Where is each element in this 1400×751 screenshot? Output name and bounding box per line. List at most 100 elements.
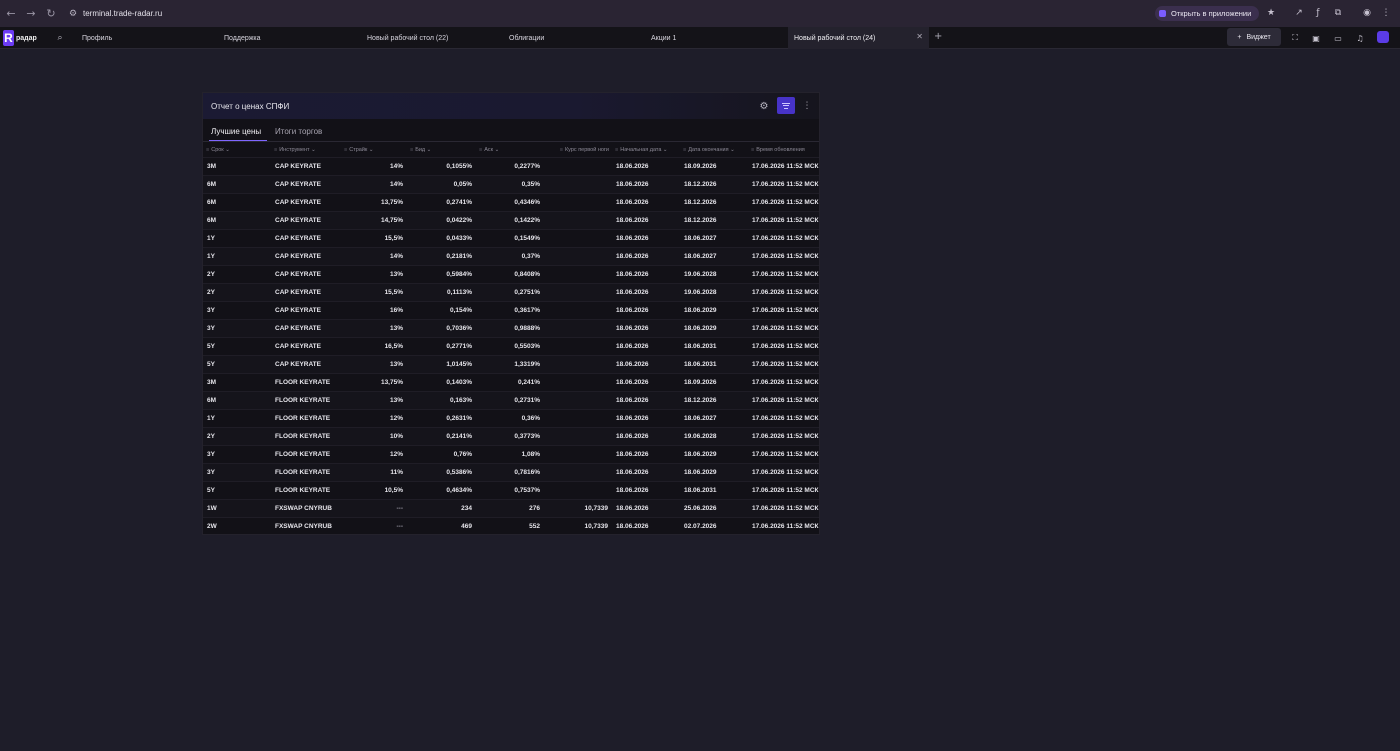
column-header-first-leg-rate[interactable]: ≡ Курс первой ноги (544, 143, 612, 157)
tab-stocks-1[interactable]: Акции 1 (645, 27, 785, 49)
column-header-strike[interactable]: ≡ Страйк ⌄ (341, 143, 407, 157)
app-header: R радар ⌕ Профиль Поддержка Новый рабочи… (0, 27, 1400, 49)
cell-term: 3M (203, 372, 271, 391)
reload-icon[interactable]: ↻ (43, 6, 59, 22)
chat-icon[interactable]: ▭ (1332, 32, 1344, 44)
table-row[interactable]: 3M CAP KEYRATE 14% 0,1055% 0,2277% 18.06.2026… (203, 156, 819, 175)
cell-bid: 0,1055% (407, 156, 476, 175)
bookmark-star-icon[interactable]: ★ (1264, 6, 1278, 20)
address-bar[interactable]: terminal.trade-radar.ru (83, 9, 162, 18)
tab-label: Профиль (82, 34, 113, 42)
table-row[interactable]: 2W FXSWAP CNYRUB --- 469 552 10,7339 18.06.202… (203, 516, 819, 534)
column-header-term[interactable]: ≡ Срок ⌄ (203, 143, 271, 157)
avatar[interactable] (1377, 31, 1389, 43)
cell-instrument: FLOOR KEYRATE (271, 444, 341, 463)
table-row[interactable]: 6M CAP KEYRATE 14,75% 0,0422% 0,1422% 18.06.2… (203, 210, 819, 229)
cell-end-date: 18.06.2031 (680, 336, 748, 355)
table-row[interactable]: 1Y FLOOR KEYRATE 12% 0,2631% 0,36% 18.06.2026… (203, 408, 819, 427)
table-row[interactable]: 2Y FLOOR KEYRATE 10% 0,2141% 0,3773% 18.06.20… (203, 426, 819, 445)
cell-start-date: 18.06.2026 (612, 390, 680, 409)
add-widget-button[interactable]: + Виджет (1227, 28, 1281, 46)
cell-bid: 0,0422% (407, 210, 476, 229)
table-row[interactable]: 6M FLOOR KEYRATE 13% 0,163% 0,2731% 18.06.202… (203, 390, 819, 409)
table-row[interactable]: 1Y CAP KEYRATE 15,5% 0,0433% 0,1549% 18.06.20… (203, 228, 819, 247)
table-row[interactable]: 1W FXSWAP CNYRUB --- 234 276 10,7339 18.06.202… (203, 498, 819, 517)
cell-end-date: 19.06.2028 (680, 282, 748, 301)
table-row[interactable]: 6M CAP KEYRATE 14% 0,05% 0,35% 18.06.2026 18.1… (203, 174, 819, 193)
browser-menu-icon[interactable]: ⋮ (1379, 6, 1393, 20)
close-icon[interactable]: ✕ (916, 32, 923, 41)
cell-strike: 13,75% (341, 372, 407, 391)
table-row[interactable]: 2Y CAP KEYRATE 15,5% 0,1113% 0,2751% 18.06.20… (203, 282, 819, 301)
tab-profile[interactable]: Профиль (76, 27, 216, 49)
column-header-bid[interactable]: ≡ Бид ⌄ (407, 143, 476, 157)
table-row[interactable]: 3Y FLOOR KEYRATE 12% 0,76% 1,08% 18.06.2026 18… (203, 444, 819, 463)
profile-icon[interactable]: ◉ (1360, 6, 1374, 20)
tab-support[interactable]: Поддержка (218, 27, 358, 49)
column-header-update-time[interactable]: ≡ Время обновления (748, 143, 819, 157)
cell-start-date: 18.06.2026 (612, 480, 680, 499)
table-row[interactable]: 5Y CAP KEYRATE 13% 1,0145% 1,3319% 18.06.2026… (203, 354, 819, 373)
table-row[interactable]: 5Y CAP KEYRATE 16,5% 0,2771% 0,5503% 18.06.20… (203, 336, 819, 355)
cell-end-date: 18.06.2027 (680, 228, 748, 247)
cell-update-time: 17.06.2026 11:52 МСК (748, 372, 819, 391)
divider (203, 141, 819, 142)
cell-first-leg-rate (544, 336, 612, 355)
extensions-puzzle-icon[interactable]: ⧉ (1331, 6, 1345, 20)
cell-strike: 10,5% (341, 480, 407, 499)
tab-desktop-22[interactable]: Новый рабочий стол (22) (361, 27, 501, 49)
cell-term: 1Y (203, 408, 271, 427)
cell-update-time: 17.06.2026 11:52 МСК (748, 390, 819, 409)
table-row[interactable]: 6M CAP KEYRATE 13,75% 0,2741% 0,4346% 18.06.2… (203, 192, 819, 211)
table-row[interactable]: 2Y CAP KEYRATE 13% 0,5984% 0,8408% 18.06.2026… (203, 264, 819, 283)
cell-ask: 0,7537% (476, 480, 544, 499)
cell-ask: 0,36% (476, 408, 544, 427)
table-row[interactable]: 5Y FLOOR KEYRATE 10,5% 0,4634% 0,7537% 18.06.… (203, 480, 819, 499)
table-row[interactable]: 3M FLOOR KEYRATE 13,75% 0,1403% 0,241% 18.06.… (203, 372, 819, 391)
tab-label: Новый рабочий стол (24) (794, 34, 876, 42)
table-row[interactable]: 3Y CAP KEYRATE 16% 0,154% 0,3617% 18.06.2026 1… (203, 300, 819, 319)
cell-first-leg-rate (544, 246, 612, 265)
widget-header: Отчет о ценах СПФИ ⚙ ⋮ (203, 93, 819, 119)
cell-update-time: 17.06.2026 11:52 МСК (748, 282, 819, 301)
tab-best-prices[interactable]: Лучшие цены (211, 127, 261, 136)
cell-term: 3Y (203, 444, 271, 463)
forward-icon[interactable]: → (23, 6, 39, 22)
cell-start-date: 18.06.2026 (612, 192, 680, 211)
table-row[interactable]: 3Y CAP KEYRATE 13% 0,7036% 0,9888% 18.06.2026… (203, 318, 819, 337)
extension-icon[interactable]: ↗ (1292, 6, 1306, 20)
layout-icon[interactable]: ▣ (1310, 32, 1322, 44)
cell-first-leg-rate (544, 390, 612, 409)
radar-logo[interactable]: R радар (3, 30, 43, 46)
search-icon[interactable]: ⌕ (54, 32, 66, 44)
formula-extension-icon[interactable]: ƒ (1311, 6, 1325, 20)
column-header-end-date[interactable]: ≡ Дата окончания ⌄ (680, 143, 748, 157)
tab-trading-results[interactable]: Итоги торгов (275, 127, 322, 136)
table-row[interactable]: 3Y FLOOR KEYRATE 11% 0,5386% 0,7816% 18.06.20… (203, 462, 819, 481)
tab-bonds[interactable]: Облигации (503, 27, 643, 49)
cell-start-date: 18.06.2026 (612, 264, 680, 283)
table-header-row: ≡ Срок ⌄ ≡ Инструмент ⌄ ≡ Страйк ⌄ ≡ Бид ⌄ ≡… (203, 143, 819, 157)
tab-desktop-24[interactable]: Новый рабочий стол (24) ✕ (788, 27, 929, 49)
cell-update-time: 17.06.2026 11:52 МСК (748, 336, 819, 355)
column-header-instrument[interactable]: ≡ Инструмент ⌄ (271, 143, 341, 157)
cell-term: 1Y (203, 246, 271, 265)
add-tab-icon[interactable]: + (934, 31, 942, 42)
site-info-icon[interactable]: ⚙ (67, 8, 79, 20)
prices-table: ≡ Срок ⌄ ≡ Инструмент ⌄ ≡ Страйк ⌄ ≡ Бид ⌄ ≡… (203, 143, 819, 534)
column-header-start-date[interactable]: ≡ Начальная дата ⌄ (612, 143, 680, 157)
back-icon[interactable]: ← (3, 6, 19, 22)
cell-bid: 1,0145% (407, 354, 476, 373)
more-menu-icon[interactable]: ⋮ (803, 100, 812, 112)
cell-term: 2Y (203, 264, 271, 283)
filter-icon[interactable] (777, 97, 795, 114)
table-row[interactable]: 1Y CAP KEYRATE 14% 0,2181% 0,37% 18.06.2026 18… (203, 246, 819, 265)
headset-icon[interactable]: ♫ (1354, 32, 1366, 44)
column-header-ask[interactable]: ≡ Аск ⌄ (476, 143, 544, 157)
open-in-app-button[interactable]: Открыть в приложении (1155, 6, 1260, 21)
gear-icon[interactable]: ⚙ (758, 100, 770, 112)
fullscreen-icon[interactable]: ⛶ (1289, 32, 1301, 44)
cell-end-date: 18.06.2027 (680, 246, 748, 265)
cell-first-leg-rate: 10,7339 (544, 516, 612, 534)
cell-update-time: 17.06.2026 11:52 МСК (748, 444, 819, 463)
